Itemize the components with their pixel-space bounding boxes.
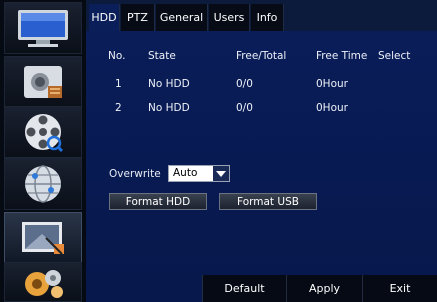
tab-general[interactable]: General <box>156 4 208 31</box>
sidebar-item-playback[interactable] <box>4 106 82 158</box>
table-row-free-total: 0/0 <box>236 78 253 90</box>
storage-screen-icon <box>18 218 68 258</box>
sidebar-item-record[interactable] <box>4 56 82 108</box>
sidebar-item-network[interactable] <box>4 158 82 210</box>
tab-ptz[interactable]: PTZ <box>121 4 155 31</box>
default-button[interactable]: Default <box>202 275 286 302</box>
column-header-free-time: Free Time <box>316 50 368 62</box>
exit-button[interactable]: Exit <box>362 275 437 302</box>
sidebar-item-display[interactable] <box>4 2 82 54</box>
network-globe-icon <box>21 162 65 206</box>
tab-hdd[interactable]: HDD <box>89 4 120 31</box>
column-header-state: State <box>148 50 176 62</box>
apply-button[interactable]: Apply <box>286 275 362 302</box>
table-row-free-time: 0Hour <box>316 102 348 114</box>
tab-users[interactable]: Users <box>209 4 250 31</box>
format-hdd-button[interactable]: Format HDD <box>109 193 207 210</box>
table-row-state: No HDD <box>148 102 190 114</box>
sidebar-item-advanced[interactable] <box>4 212 82 264</box>
footer-bar: Default Apply Exit <box>202 275 437 302</box>
chevron-down-icon[interactable] <box>213 166 229 181</box>
overwrite-value: Auto <box>173 167 198 179</box>
table-row-free-time: 0Hour <box>316 78 348 90</box>
monitor-icon <box>16 8 70 48</box>
table-row-no: 2 <box>115 102 122 114</box>
column-header-select: Select <box>378 50 411 62</box>
system-gears-icon <box>17 264 69 300</box>
sidebar-item-system[interactable] <box>4 262 82 302</box>
table-row-free-total: 0/0 <box>236 102 253 114</box>
sidebar <box>0 0 86 302</box>
table-row-state: No HDD <box>148 78 190 90</box>
tab-info[interactable]: Info <box>251 4 284 31</box>
camera-settings-icon <box>20 62 66 102</box>
overwrite-select[interactable]: Auto <box>168 165 230 182</box>
column-header-free-total: Free/Total <box>236 50 287 62</box>
tab-bar: HDD PTZ General Users Info <box>86 0 437 31</box>
hdd-settings-panel: HDD PTZ General Users Info No. State Fre… <box>86 0 437 302</box>
overwrite-label: Overwrite <box>109 168 161 180</box>
format-usb-button[interactable]: Format USB <box>219 193 317 210</box>
film-reel-icon <box>21 110 65 154</box>
column-header-no: No. <box>108 50 126 62</box>
table-row-no: 1 <box>115 78 122 90</box>
